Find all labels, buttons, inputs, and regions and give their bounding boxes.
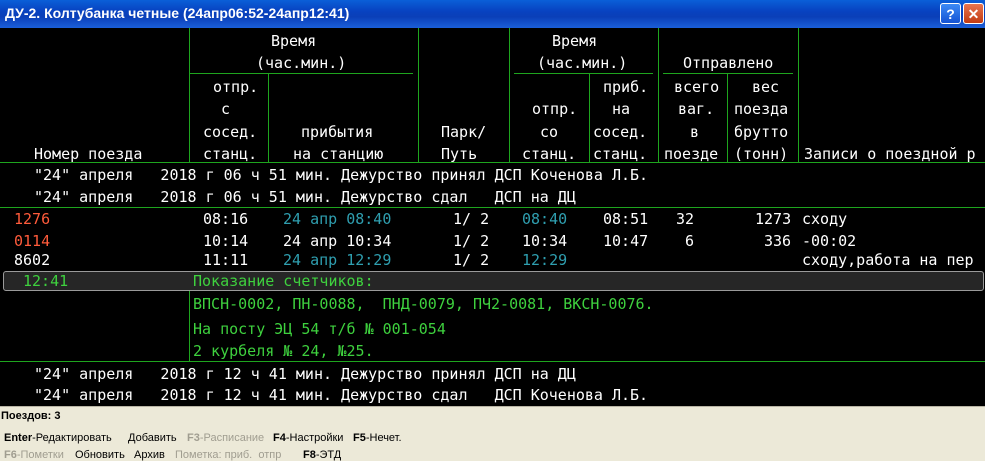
header-chasmin: (час.мин.) [256, 54, 347, 72]
train-note: сходу,работа на пер [802, 251, 974, 269]
header-prib2: сосед. [593, 123, 648, 141]
train-park: 1/ 2 [453, 210, 490, 228]
train-prib2: 08:51 [603, 210, 649, 228]
journal-table: Время (час.мин.) отпр. с сосед. станц. п… [0, 28, 985, 406]
grid-line [658, 28, 659, 162]
header-ves: (тонн) [734, 145, 789, 163]
add-button[interactable]: Добавить [128, 432, 177, 444]
train-weight: 1273 [755, 210, 792, 228]
train-count: Поездов: 3 [1, 410, 61, 422]
train-number: 1276 [14, 210, 51, 228]
train-otpr2: 10:34 [522, 232, 568, 250]
duty-row[interactable]: "24" апреля 2018 г 12 ч 41 мин. Дежурств… [34, 386, 648, 404]
header-pribytiya: на станцию [293, 145, 384, 163]
mark-arrival-departure[interactable]: Пометка: приб. отпр [175, 449, 281, 461]
help-button[interactable]: ? [940, 3, 961, 24]
odd-button[interactable]: F5-Нечет. [353, 432, 402, 444]
close-button[interactable]: ✕ [963, 3, 984, 24]
train-number: 8602 [14, 251, 51, 269]
status-bar: Поездов: 3 Enter-Редактировать Добавить … [0, 406, 985, 461]
train-prib: 24 апр 08:40 [283, 210, 392, 228]
grid-line [663, 73, 793, 74]
counter-line: На посту ЭЦ 54 т/б № 001-054 [193, 320, 446, 338]
counter-title: Показание счетчиков: [193, 272, 374, 290]
header-zapisi: Записи о поездной р [804, 145, 976, 163]
duty-row[interactable]: "24" апреля 2018 г 06 ч 51 мин. Дежурств… [34, 166, 648, 184]
header-ves: брутто [734, 123, 789, 141]
train-park: 1/ 2 [453, 232, 490, 250]
grid-line [189, 73, 413, 74]
title-bar: ДУ-2. Колтубанка четные (24апр06:52-24ап… [0, 0, 985, 28]
train-note: -00:02 [802, 232, 857, 250]
header-otpr2: станц. [522, 145, 577, 163]
grid-line [509, 28, 510, 162]
grid-line [189, 291, 190, 361]
header-park: Парк/ [441, 123, 487, 141]
header-pribytiya: прибытия [301, 123, 374, 141]
header-ves: поезда [734, 100, 789, 118]
header-otpr: отпр. [213, 78, 259, 96]
enter-edit-button[interactable]: Enter-Редактировать [4, 432, 112, 444]
schedule-button[interactable]: F3-Расписание [187, 432, 264, 444]
header-prib2: на [612, 100, 631, 118]
window-title: ДУ-2. Колтубанка четные (24апр06:52-24ап… [5, 5, 350, 21]
train-vagons: 6 [685, 232, 695, 250]
grid-line [418, 28, 419, 162]
header-vremya2: Время [552, 32, 598, 50]
selected-row[interactable] [3, 271, 984, 291]
train-note: сходу [802, 210, 848, 228]
header-vsego: поезде [664, 145, 719, 163]
grid-line [798, 28, 799, 162]
header-otpr2: со [540, 123, 559, 141]
duty-row[interactable]: "24" апреля 2018 г 12 ч 41 мин. Дежурств… [34, 365, 576, 383]
train-vagons: 32 [676, 210, 695, 228]
grid-line [0, 207, 985, 208]
counter-time: 12:41 [23, 272, 69, 290]
header-otpr: станц. [203, 145, 258, 163]
header-otpravleno: Отправлено [683, 54, 774, 72]
grid-line [268, 73, 269, 162]
header-vsego: всего [674, 78, 720, 96]
train-otpr: 10:14 [203, 232, 249, 250]
grid-line [589, 73, 590, 162]
counter-line: ВПСН-0002, ПН-0088, ПНД-0079, ПЧ2-0081, … [193, 295, 654, 313]
header-nomer: Номер поезда [34, 145, 143, 163]
header-vsego: ваг. [678, 100, 715, 118]
header-otpr: с [221, 100, 231, 118]
counter-line: 2 курбеля № 24, №25. [193, 342, 374, 360]
header-otpr: сосед. [203, 123, 258, 141]
train-otpr: 11:11 [203, 251, 249, 269]
train-otpr: 08:16 [203, 210, 249, 228]
grid-line [189, 28, 190, 162]
header-prib2: приб. [603, 78, 649, 96]
train-otpr2: 12:29 [522, 251, 568, 269]
refresh-button[interactable]: Обновить [75, 449, 125, 461]
train-number: 0114 [14, 232, 51, 250]
header-park: Путь [441, 145, 478, 163]
header-chasmin2: (час.мин.) [537, 54, 628, 72]
settings-button[interactable]: F4-Настройки [273, 432, 343, 444]
grid-line [514, 73, 653, 74]
train-otpr2: 08:40 [522, 210, 568, 228]
header-vsego: в [690, 123, 700, 141]
train-prib2: 10:47 [603, 232, 649, 250]
train-park: 1/ 2 [453, 251, 490, 269]
marks-button[interactable]: F6-Пометки [4, 449, 64, 461]
header-otpr2: отпр. [532, 100, 578, 118]
train-prib: 24 апр 12:29 [283, 251, 392, 269]
header-ves: вес [752, 78, 780, 96]
duty-row[interactable]: "24" апреля 2018 г 06 ч 51 мин. Дежурств… [34, 188, 576, 206]
etd-button[interactable]: F8-ЭТД [303, 449, 341, 461]
train-prib: 24 апр 10:34 [283, 232, 392, 250]
grid-line [727, 73, 728, 162]
archive-button[interactable]: Архив [134, 449, 165, 461]
train-weight: 336 [764, 232, 792, 250]
header-vremya: Время [271, 32, 317, 50]
grid-line [0, 361, 985, 362]
header-prib2: станц. [593, 145, 648, 163]
